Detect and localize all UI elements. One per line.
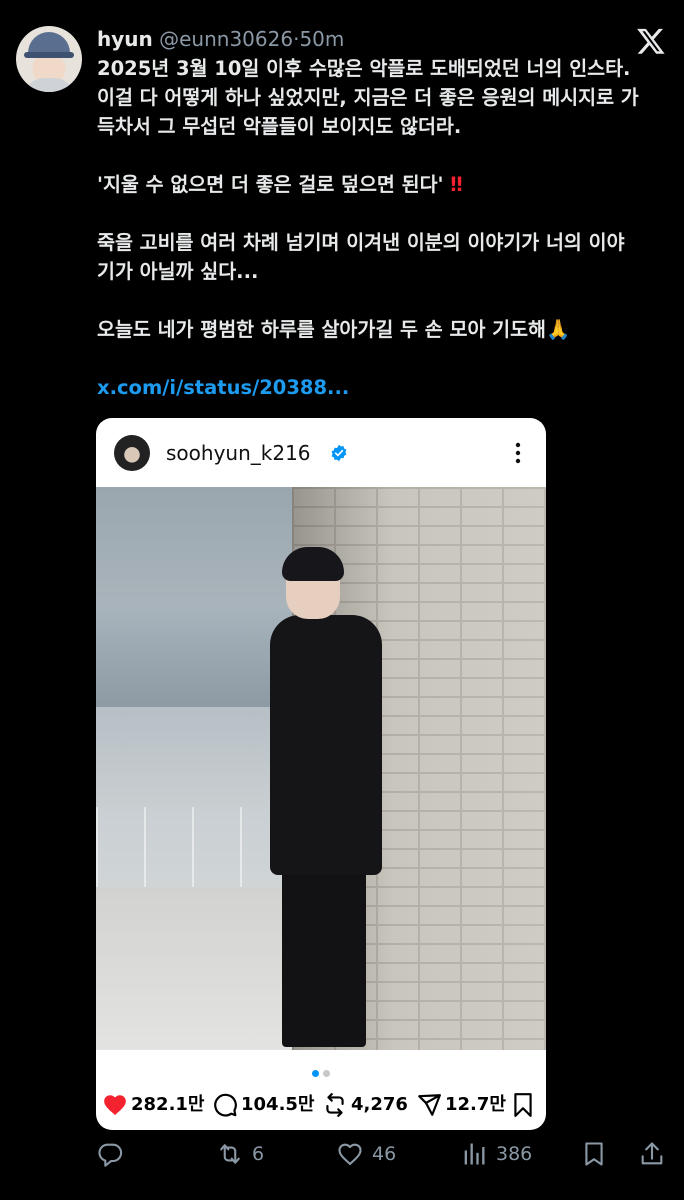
heart-filled-icon bbox=[104, 1095, 126, 1116]
retweet-button[interactable]: 6 bbox=[216, 1140, 264, 1168]
bookmark-button[interactable] bbox=[580, 1140, 608, 1168]
tweet-share-icon bbox=[641, 1142, 663, 1165]
instagram-like-count-group: 282.1만 bbox=[102, 1088, 205, 1122]
tweet-paragraph-4: 오늘도 네가 평범한 하루를 살아가길 두 손 모아 기도해🙏 bbox=[97, 315, 667, 344]
instagram-username: soohyun_k216 bbox=[166, 441, 311, 465]
bookmark-icon bbox=[514, 1093, 532, 1117]
instagram-repost-group: 4,276 bbox=[322, 1088, 408, 1122]
views-button[interactable]: 386 bbox=[460, 1140, 532, 1168]
status-link[interactable]: x.com/i/status/20388... bbox=[97, 376, 349, 399]
tweet-prayer-line: 오늘도 네가 평범한 하루를 살아가길 두 손 모아 기도해 bbox=[97, 318, 546, 341]
reply-icon bbox=[98, 1143, 123, 1167]
share-icon bbox=[418, 1094, 441, 1116]
retweet-icon bbox=[220, 1144, 240, 1164]
retweet-count: 6 bbox=[252, 1143, 265, 1165]
instagram-post-screenshot[interactable]: soohyun_k216 282.1만 104.5만 4,276 12.7만 bbox=[96, 418, 546, 1130]
instagram-comment-group: 104.5만 bbox=[212, 1088, 315, 1122]
share-button[interactable] bbox=[638, 1140, 666, 1168]
tweet-action-bar: 6 46 386 bbox=[96, 1140, 670, 1176]
more-options-icon bbox=[515, 442, 521, 464]
post-photo bbox=[96, 487, 546, 1050]
tweet-bookmark-icon bbox=[585, 1142, 603, 1166]
tweet-body: 2025년 3월 10일 이후 수많은 악플로 도배되었던 너의 인스타. 이걸… bbox=[97, 54, 667, 402]
instagram-like-count: 282.1만 bbox=[131, 1094, 205, 1115]
like-count: 46 bbox=[372, 1143, 397, 1165]
tweet-quote: '지울 수 없으면 더 좋은 걸로 덮으면 된다' bbox=[97, 173, 444, 196]
author-name[interactable]: hyun bbox=[97, 27, 153, 51]
verified-badge-icon bbox=[331, 444, 347, 462]
instagram-share-group: 12.7만 bbox=[416, 1088, 506, 1122]
repost-icon bbox=[326, 1093, 344, 1117]
pray-emoji: 🙏 bbox=[546, 318, 571, 341]
instagram-comment-count: 104.5만 bbox=[241, 1094, 315, 1115]
like-button[interactable]: 46 bbox=[336, 1140, 396, 1168]
author-avatar[interactable] bbox=[16, 26, 82, 92]
instagram-share-count: 12.7만 bbox=[445, 1094, 506, 1115]
tweet-paragraph-3: 죽을 고비를 여러 차례 넘기며 이겨낸 이분의 이야기가 너의 이야 기가 아… bbox=[97, 231, 625, 283]
person-figure bbox=[270, 615, 382, 875]
author-handle[interactable]: @eunn30626 bbox=[159, 27, 293, 51]
carousel-indicator bbox=[96, 1062, 546, 1077]
like-icon bbox=[338, 1143, 362, 1165]
views-icon bbox=[464, 1143, 485, 1165]
tweet-paragraph-2: '지울 수 없으면 더 좋은 걸로 덮으면 된다' ‼ bbox=[97, 170, 667, 199]
reply-button[interactable] bbox=[96, 1140, 124, 1168]
tweet-paragraph-1: 2025년 3월 10일 이후 수많은 악플로 도배되었던 너의 인스타. 이걸… bbox=[97, 57, 639, 138]
comment-icon bbox=[214, 1093, 237, 1117]
x-logo-icon[interactable] bbox=[636, 26, 666, 56]
instagram-action-bar: 282.1만 104.5만 4,276 12.7만 bbox=[96, 1088, 546, 1122]
instagram-repost-count: 4,276 bbox=[351, 1094, 408, 1115]
views-count: 386 bbox=[496, 1143, 533, 1165]
instagram-avatar bbox=[114, 435, 150, 471]
tweet-header: hyun @eunn30626·50m bbox=[97, 26, 344, 52]
double-exclamation-emoji: ‼ bbox=[450, 173, 463, 196]
tweet-time[interactable]: 50m bbox=[299, 27, 344, 51]
